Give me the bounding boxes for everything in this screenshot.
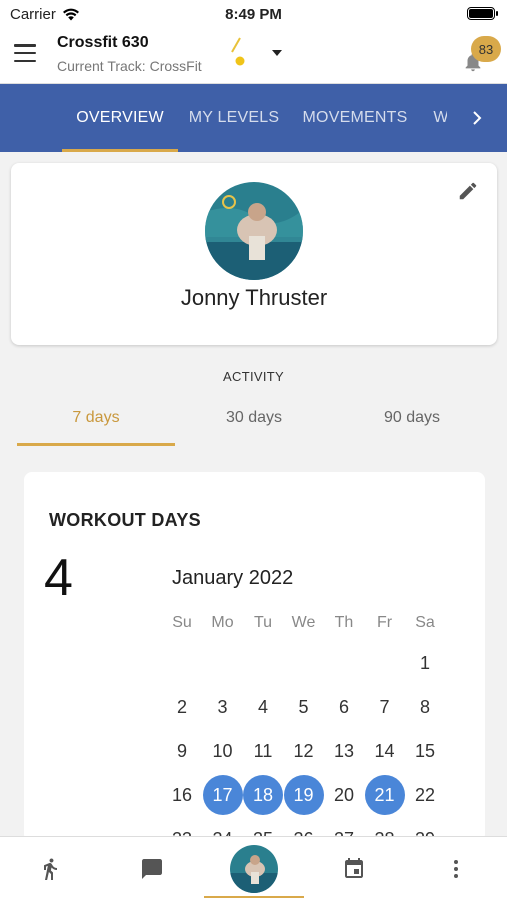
status-bar: Carrier 8:49 PM xyxy=(0,0,507,28)
calendar-day[interactable]: 7 xyxy=(365,687,405,727)
tab-overview[interactable]: OVERVIEW xyxy=(62,84,178,152)
calendar-day[interactable]: 10 xyxy=(203,731,243,771)
section-tabs: OVERVIEW MY LEVELS MOVEMENTS W xyxy=(0,84,507,152)
chevron-right-icon xyxy=(473,111,482,125)
calendar-day[interactable]: 3 xyxy=(203,687,243,727)
calendar-day[interactable]: 18 xyxy=(243,775,283,815)
nav-avatar xyxy=(230,845,278,893)
calendar-day[interactable]: 21 xyxy=(364,775,405,815)
calendar-day[interactable]: 15 xyxy=(405,731,445,771)
profile-name: Jonny Thruster xyxy=(180,285,328,310)
calendar-day[interactable]: 12 xyxy=(284,731,324,771)
calendar-day[interactable]: 8 xyxy=(405,687,445,727)
weekday-label: Tu xyxy=(253,614,273,631)
calendar-day[interactable]: 14 xyxy=(365,731,405,771)
track-dropdown-icon[interactable] xyxy=(268,46,288,60)
range-tab-7-days[interactable]: 7 days xyxy=(17,398,175,444)
calendar-day[interactable]: 13 xyxy=(324,731,364,771)
calendar-day[interactable]: 19 xyxy=(283,775,324,815)
calendar-icon xyxy=(345,858,363,878)
calendar-month-title: January 2022 xyxy=(172,567,294,589)
battery-icon xyxy=(467,7,498,20)
nav-more-button[interactable] xyxy=(416,837,496,900)
run-icon xyxy=(44,858,57,880)
workout-days-title: WORKOUT DAYS xyxy=(49,510,201,530)
weekday-label: Fr xyxy=(376,614,393,631)
calendar-day[interactable]: 2 xyxy=(162,687,202,727)
weekday-label: Mo xyxy=(211,614,234,631)
weekday-label: Th xyxy=(334,614,354,631)
calendar-day[interactable]: 11 xyxy=(243,731,283,771)
calendar-day[interactable]: 17 xyxy=(202,775,243,815)
calendar-day[interactable]: 20 xyxy=(324,775,364,815)
calendar-day[interactable]: 22 xyxy=(405,775,445,815)
calendar-day[interactable]: 5 xyxy=(284,687,324,727)
nav-active-indicator xyxy=(204,896,304,898)
chat-icon xyxy=(142,859,162,879)
workout-days-count: 4 xyxy=(44,549,73,607)
current-track-label[interactable]: Current Track: CrossFit xyxy=(57,58,202,74)
tab-active-indicator xyxy=(62,149,178,152)
calendar-day[interactable]: 1 xyxy=(405,643,445,683)
wifi-icon xyxy=(62,8,79,20)
track-logo-icon xyxy=(231,37,245,66)
calendar-day[interactable]: 6 xyxy=(324,687,364,727)
nav-calendar-button[interactable] xyxy=(314,837,394,900)
avatar[interactable] xyxy=(205,182,303,280)
calendar-day[interactable]: 9 xyxy=(162,731,202,771)
workout-days-card: WORKOUT DAYS 4 January 2022 Su Mo Tu We Th Fr… xyxy=(24,472,485,842)
nav-profile-button[interactable] xyxy=(214,837,294,900)
range-tab-90-days[interactable]: 90 days xyxy=(333,398,491,444)
bottom-nav xyxy=(0,836,507,900)
app-header: Crossfit 630 Current Track: CrossFit 83 xyxy=(0,28,507,84)
tabs-scroll-right-button[interactable] xyxy=(447,84,507,152)
weekday-label: Sa xyxy=(415,614,435,631)
weekday-label: We xyxy=(291,614,316,631)
notification-badge: 83 xyxy=(471,36,501,62)
tab-my-levels[interactable]: MY LEVELS xyxy=(184,84,284,152)
weekday-label: Su xyxy=(172,614,192,631)
calendar-day[interactable]: 4 xyxy=(243,687,283,727)
activity-label: ACTIVITY xyxy=(223,369,284,384)
tab-movements[interactable]: MOVEMENTS xyxy=(300,84,410,152)
profile-card: Jonny Thruster xyxy=(11,163,497,345)
menu-icon[interactable] xyxy=(14,44,36,62)
carrier-label: Carrier xyxy=(10,5,56,23)
range-active-indicator xyxy=(17,443,175,446)
carrier-group: Carrier xyxy=(10,6,80,23)
more-vertical-icon xyxy=(454,860,458,878)
gym-name[interactable]: Crossfit 630 xyxy=(57,34,149,52)
calendar-day[interactable]: 16 xyxy=(162,775,202,815)
nav-workouts-button[interactable] xyxy=(10,837,90,900)
edit-profile-icon[interactable] xyxy=(457,180,479,202)
range-tab-30-days[interactable]: 30 days xyxy=(175,398,333,444)
notifications-button[interactable]: 83 xyxy=(458,36,502,78)
nav-messages-button[interactable] xyxy=(112,837,192,900)
